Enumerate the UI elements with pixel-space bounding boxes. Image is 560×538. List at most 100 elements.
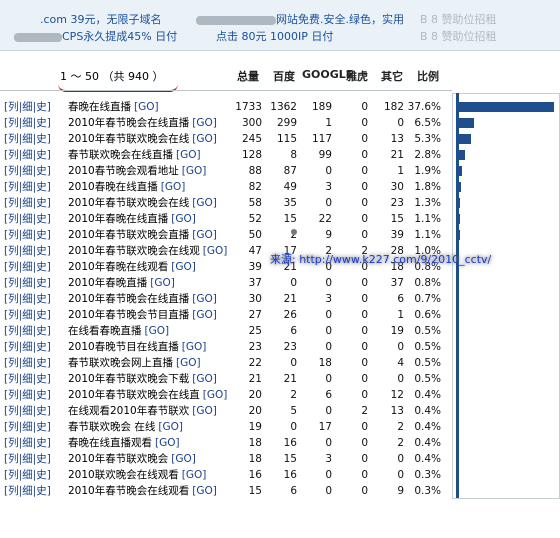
list-link[interactable]: [列	[4, 341, 19, 353]
keyword-text[interactable]: 春晚在线直播 [GO]	[68, 99, 159, 115]
history-link[interactable]: |史]	[33, 213, 51, 225]
history-link[interactable]: |史]	[33, 389, 51, 401]
history-link[interactable]: |史]	[33, 421, 51, 433]
go-link[interactable]: [GO]	[155, 437, 180, 449]
go-link[interactable]: [GO]	[192, 373, 217, 385]
keyword-text[interactable]: 2010年春节联欢晚会直播 [GO]	[68, 227, 217, 243]
history-link[interactable]: |史]	[33, 149, 51, 161]
list-link[interactable]: [列	[4, 293, 19, 305]
list-link[interactable]: [列	[4, 149, 19, 161]
list-link[interactable]: [列	[4, 197, 19, 209]
list-link[interactable]: [列	[4, 357, 19, 369]
history-link[interactable]: |史]	[33, 117, 51, 129]
keyword-text[interactable]: 在线看春晚直播 [GO]	[68, 323, 169, 339]
list-link[interactable]: [列	[4, 261, 19, 273]
go-link[interactable]: [GO]	[192, 485, 217, 497]
detail-link[interactable]: |细	[19, 341, 33, 353]
detail-link[interactable]: |细	[19, 293, 33, 305]
go-link[interactable]: [GO]	[182, 469, 207, 481]
keyword-text[interactable]: 2010年春节晚会在线直播 [GO]	[68, 115, 217, 131]
detail-link[interactable]: |细	[19, 261, 33, 273]
history-link[interactable]: |史]	[33, 357, 51, 369]
list-link[interactable]: [列	[4, 229, 19, 241]
go-link[interactable]: [GO]	[192, 309, 217, 321]
go-link[interactable]: [GO]	[158, 421, 183, 433]
keyword-text[interactable]: 2010春节晚会观看地址 [GO]	[68, 163, 206, 179]
ad-slot-1[interactable]: B 8 赞助位招租	[420, 11, 497, 27]
go-link[interactable]: [GO]	[171, 261, 196, 273]
list-link[interactable]: [列	[4, 437, 19, 449]
go-link[interactable]: [GO]	[182, 165, 207, 177]
list-link[interactable]: [列	[4, 325, 19, 337]
detail-link[interactable]: |细	[19, 309, 33, 321]
go-link[interactable]: [GO]	[192, 133, 217, 145]
list-link[interactable]: [列	[4, 213, 19, 225]
list-link[interactable]: [列	[4, 453, 19, 465]
ad-cps-link[interactable]: CPS永久提成45% 日付	[14, 28, 177, 44]
keyword-text[interactable]: 春节联欢晚会 在线 [GO]	[68, 419, 183, 435]
history-link[interactable]: |史]	[33, 373, 51, 385]
ad-click-link[interactable]: 点击 80元 1000IP 日付	[216, 28, 333, 44]
detail-link[interactable]: |细	[19, 245, 33, 257]
history-link[interactable]: |史]	[33, 485, 51, 497]
keyword-text[interactable]: 2010年春节联欢晚会下载 [GO]	[68, 371, 217, 387]
history-link[interactable]: |史]	[33, 133, 51, 145]
ad-domain-link[interactable]: .com 39元，无限子域名	[40, 11, 161, 27]
keyword-text[interactable]: 春节联欢晚会网上直播 [GO]	[68, 355, 201, 371]
keyword-text[interactable]: 2010年春节联欢晚会在线观 [GO]	[68, 243, 227, 259]
history-link[interactable]: |史]	[33, 229, 51, 241]
list-link[interactable]: [列	[4, 245, 19, 257]
keyword-text[interactable]: 2010年春晚在线观看 [GO]	[68, 259, 196, 275]
history-link[interactable]: |史]	[33, 165, 51, 177]
go-link[interactable]: [GO]	[176, 357, 201, 369]
ad-slot-2[interactable]: B 8 赞助位招租	[420, 28, 497, 44]
go-link[interactable]: [GO]	[171, 213, 196, 225]
go-link[interactable]: [GO]	[203, 389, 228, 401]
list-link[interactable]: [列	[4, 277, 19, 289]
history-link[interactable]: |史]	[33, 453, 51, 465]
detail-link[interactable]: |细	[19, 165, 33, 177]
keyword-text[interactable]: 2010春晚在线直播 [GO]	[68, 179, 185, 195]
list-link[interactable]: [列	[4, 405, 19, 417]
go-link[interactable]: [GO]	[192, 229, 217, 241]
go-link[interactable]: [GO]	[203, 245, 228, 257]
go-link[interactable]: [GO]	[192, 293, 217, 305]
list-link[interactable]: [列	[4, 485, 19, 497]
detail-link[interactable]: |细	[19, 101, 33, 113]
history-link[interactable]: |史]	[33, 325, 51, 337]
go-link[interactable]: [GO]	[192, 197, 217, 209]
go-link[interactable]: [GO]	[150, 277, 175, 289]
history-link[interactable]: |史]	[33, 309, 51, 321]
keyword-text[interactable]: 2010年春节晚会节目直播 [GO]	[68, 307, 217, 323]
detail-link[interactable]: |细	[19, 421, 33, 433]
detail-link[interactable]: |细	[19, 117, 33, 129]
history-link[interactable]: |史]	[33, 245, 51, 257]
detail-link[interactable]: |细	[19, 181, 33, 193]
list-link[interactable]: [列	[4, 133, 19, 145]
history-link[interactable]: |史]	[33, 181, 51, 193]
detail-link[interactable]: |细	[19, 437, 33, 449]
keyword-text[interactable]: 2010年春节联欢晚会在线 [GO]	[68, 195, 217, 211]
history-link[interactable]: |史]	[33, 101, 51, 113]
keyword-text[interactable]: 2010年春节联欢晚会在线直 [GO]	[68, 387, 227, 403]
detail-link[interactable]: |细	[19, 213, 33, 225]
list-link[interactable]: [列	[4, 373, 19, 385]
go-link[interactable]: [GO]	[176, 149, 201, 161]
keyword-text[interactable]: 春节联欢晚会在线直播 [GO]	[68, 147, 201, 163]
go-link[interactable]: [GO]	[171, 453, 196, 465]
detail-link[interactable]: |细	[19, 197, 33, 209]
detail-link[interactable]: |细	[19, 277, 33, 289]
keyword-text[interactable]: 2010年春晚在线直播 [GO]	[68, 211, 196, 227]
go-link[interactable]: [GO]	[134, 101, 159, 113]
keyword-text[interactable]: 春晚在线直播观看 [GO]	[68, 435, 180, 451]
history-link[interactable]: |史]	[33, 405, 51, 417]
go-link[interactable]: [GO]	[192, 117, 217, 129]
detail-link[interactable]: |细	[19, 405, 33, 417]
detail-link[interactable]: |细	[19, 357, 33, 369]
keyword-text[interactable]: 2010春晚节目在线直播 [GO]	[68, 339, 206, 355]
ad-hosting-link[interactable]: 网站免费.安全.绿色，实用	[196, 11, 404, 27]
detail-link[interactable]: |细	[19, 485, 33, 497]
list-link[interactable]: [列	[4, 181, 19, 193]
go-link[interactable]: [GO]	[182, 341, 207, 353]
keyword-text[interactable]: 2010年春节联欢晚会在线 [GO]	[68, 131, 217, 147]
